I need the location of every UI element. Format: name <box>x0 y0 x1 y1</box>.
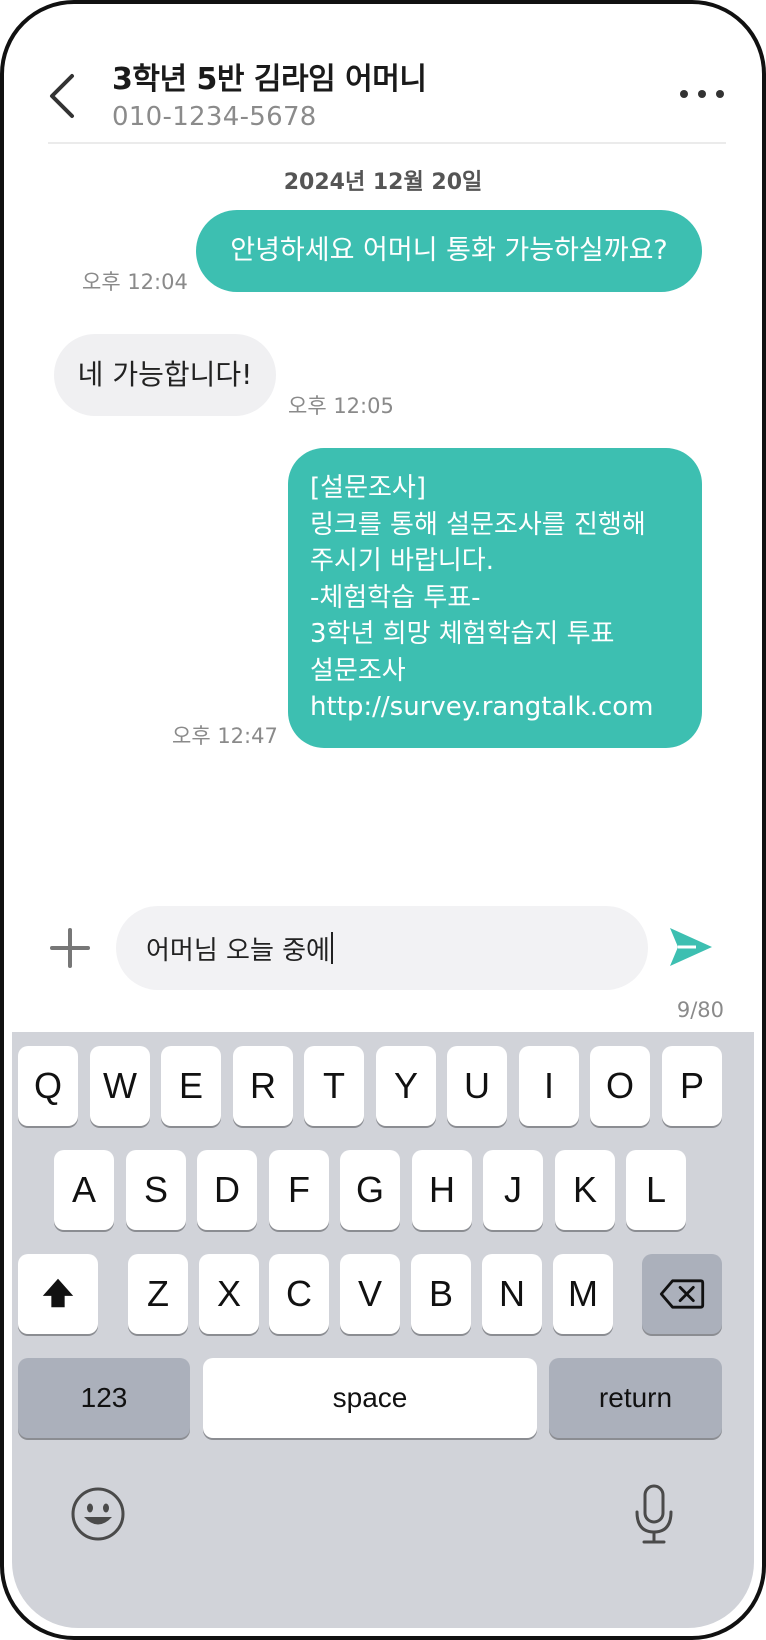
key-r[interactable]: R <box>233 1046 293 1126</box>
key-j[interactable]: J <box>483 1150 543 1230</box>
char-counter: 9/80 <box>676 998 724 1022</box>
key-o[interactable]: O <box>590 1046 650 1126</box>
backspace-icon[interactable] <box>642 1254 722 1334</box>
key-v[interactable]: V <box>340 1254 400 1334</box>
contact-phone: 010-1234-5678 <box>112 102 317 132</box>
key-c[interactable]: C <box>269 1254 329 1334</box>
key-y[interactable]: Y <box>376 1046 436 1126</box>
message-line: 설문조사 <box>310 655 406 686</box>
message-bubble-outgoing[interactable]: [설문조사] 링크를 통해 설문조사를 진행해 주시기 바랍니다. -체험학습 … <box>288 448 702 748</box>
key-t[interactable]: T <box>304 1046 364 1126</box>
shift-icon[interactable] <box>18 1254 98 1334</box>
key-n[interactable]: N <box>482 1254 542 1334</box>
date-separator: 2024년 12월 20일 <box>283 170 483 195</box>
message-line: 링크를 통해 설문조사를 진행해 <box>310 509 646 540</box>
send-icon[interactable] <box>666 922 716 972</box>
key-b[interactable]: B <box>411 1254 471 1334</box>
key-m[interactable]: M <box>553 1254 613 1334</box>
return-key[interactable]: return <box>549 1358 722 1438</box>
numbers-key[interactable]: 123 <box>18 1358 190 1438</box>
contact-name: 3학년 5반 김라임 어머니 <box>112 62 427 97</box>
key-u[interactable]: U <box>447 1046 507 1126</box>
key-l[interactable]: L <box>626 1150 686 1230</box>
message-input[interactable]: 어머님 오늘 중에 <box>116 906 648 990</box>
back-chevron-icon[interactable] <box>42 66 86 126</box>
key-x[interactable]: X <box>199 1254 259 1334</box>
message-text: 네 가능합니다! <box>77 358 253 391</box>
key-a[interactable]: A <box>54 1150 114 1230</box>
microphone-icon[interactable] <box>632 1484 676 1546</box>
key-w[interactable]: W <box>90 1046 150 1126</box>
message-input-value: 어머님 오늘 중에 <box>146 935 330 966</box>
key-q[interactable]: Q <box>18 1046 78 1126</box>
space-key[interactable]: space <box>203 1358 537 1438</box>
more-dots-icon[interactable] <box>672 74 732 114</box>
emoji-icon[interactable] <box>70 1486 126 1542</box>
message-line: 3학년 희망 체험학습지 투표 <box>310 619 615 649</box>
survey-link[interactable]: http://survey.rangtalk.com <box>310 689 702 726</box>
plus-icon[interactable] <box>44 922 96 974</box>
screen: 3학년 5반 김라임 어머니 010-1234-5678 2024년 12월 2… <box>12 12 754 1628</box>
message-timestamp: 오후 12:05 <box>288 394 394 418</box>
key-d[interactable]: D <box>197 1150 257 1230</box>
message-bubble-incoming[interactable]: 네 가능합니다! <box>54 334 276 416</box>
key-f[interactable]: F <box>269 1150 329 1230</box>
key-i[interactable]: I <box>519 1046 579 1126</box>
message-line: 주시기 바랍니다. <box>310 546 494 576</box>
text-caret <box>330 932 333 964</box>
key-e[interactable]: E <box>161 1046 221 1126</box>
key-k[interactable]: K <box>555 1150 615 1230</box>
message-text: 안녕하세요 어머니 통화 가능하실까요? <box>230 235 668 266</box>
key-p[interactable]: P <box>662 1046 722 1126</box>
key-g[interactable]: G <box>340 1150 400 1230</box>
header-divider <box>48 142 726 144</box>
message-line: [설문조사] <box>310 473 426 503</box>
message-timestamp: 오후 12:47 <box>172 724 278 748</box>
message-timestamp: 오후 12:04 <box>82 270 188 294</box>
key-s[interactable]: S <box>126 1150 186 1230</box>
key-z[interactable]: Z <box>128 1254 188 1334</box>
phone-frame: 3학년 5반 김라임 어머니 010-1234-5678 2024년 12월 2… <box>0 0 766 1640</box>
message-bubble-outgoing[interactable]: 안녕하세요 어머니 통화 가능하실까요? <box>196 210 702 292</box>
message-line: -체험학습 투표- <box>310 582 481 613</box>
key-h[interactable]: H <box>412 1150 472 1230</box>
